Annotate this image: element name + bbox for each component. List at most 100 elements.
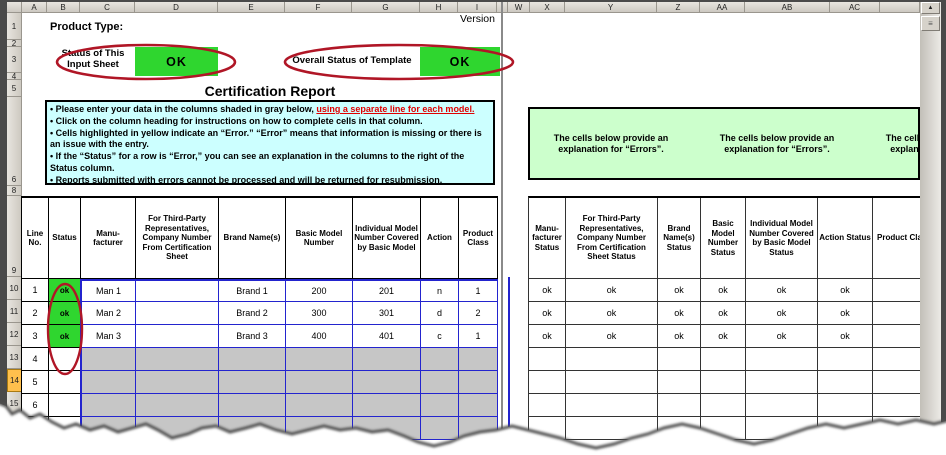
cell[interactable]: [701, 348, 746, 371]
cell[interactable]: 401: [353, 325, 421, 348]
column-letter[interactable]: AA: [700, 2, 745, 13]
row-number[interactable]: 12: [7, 323, 22, 346]
table-header-cell[interactable]: Manu- facturer Status: [529, 198, 566, 279]
cell[interactable]: ok: [818, 325, 873, 348]
row-number[interactable]: 1: [7, 13, 22, 40]
table-header-cell[interactable]: Manu- facturer: [81, 198, 136, 279]
column-letter[interactable]: [880, 2, 920, 13]
row-number[interactable]: 10: [7, 277, 22, 300]
table-header-cell[interactable]: Individual Model Number Covered by Basic…: [746, 198, 818, 279]
cell[interactable]: ok: [701, 302, 746, 325]
cell[interactable]: 1: [22, 279, 49, 302]
status-cell[interactable]: [49, 417, 81, 440]
cell[interactable]: 2: [459, 302, 498, 325]
row-number[interactable]: 13: [7, 346, 22, 369]
column-letter[interactable]: I: [458, 2, 497, 13]
pane-divider[interactable]: [501, 2, 503, 432]
table-header-cell[interactable]: Basic Model Number: [286, 198, 353, 279]
cell[interactable]: [873, 394, 921, 417]
column-letter[interactable]: D: [135, 2, 218, 13]
column-letter[interactable]: H: [420, 2, 458, 13]
table-header-cell[interactable]: Line No.: [22, 198, 49, 279]
cell[interactable]: [421, 348, 459, 371]
cell[interactable]: [80, 348, 136, 371]
cell[interactable]: [80, 417, 136, 440]
cell[interactable]: [136, 325, 219, 348]
row-number[interactable]: 8: [7, 186, 22, 196]
table-header-cell[interactable]: For Third-Party Representatives, Company…: [136, 198, 219, 279]
cell[interactable]: [80, 371, 136, 394]
cell[interactable]: ok: [566, 325, 658, 348]
cell[interactable]: [136, 417, 219, 440]
row-number[interactable]: 5: [7, 80, 22, 97]
row-number[interactable]: 2: [7, 39, 22, 48]
table-header-cell[interactable]: Basic Model Number Status: [701, 198, 746, 279]
cell[interactable]: 300: [286, 302, 353, 325]
cell[interactable]: ok: [818, 302, 873, 325]
cell[interactable]: [566, 417, 658, 440]
cell[interactable]: ok: [746, 279, 818, 302]
cell[interactable]: n: [421, 279, 459, 302]
table-header-cell[interactable]: Product Class Status: [873, 198, 921, 279]
cell[interactable]: [219, 371, 286, 394]
cell[interactable]: [136, 348, 219, 371]
cell[interactable]: [873, 279, 921, 302]
column-letter[interactable]: Z: [657, 2, 700, 13]
cell[interactable]: [421, 417, 459, 440]
cell[interactable]: ok: [701, 325, 746, 348]
cell[interactable]: c: [421, 325, 459, 348]
row-number[interactable]: 9: [7, 196, 22, 277]
table-header-cell[interactable]: Status: [49, 198, 81, 279]
cell[interactable]: 1: [459, 279, 498, 302]
cell[interactable]: [701, 417, 746, 440]
row-number-highlighted[interactable]: 14: [7, 369, 22, 392]
cell[interactable]: [353, 348, 421, 371]
cell[interactable]: [746, 371, 818, 394]
cell[interactable]: ok: [746, 325, 818, 348]
cell[interactable]: Brand 3: [219, 325, 286, 348]
cell[interactable]: [459, 371, 498, 394]
column-letter[interactable]: AC: [830, 2, 880, 13]
cell[interactable]: [566, 394, 658, 417]
cell[interactable]: [818, 371, 873, 394]
vertical-scrollbar-track[interactable]: [920, 2, 941, 424]
cell[interactable]: ok: [658, 279, 701, 302]
table-header-cell[interactable]: Action Status: [818, 198, 873, 279]
cell[interactable]: ok: [529, 302, 566, 325]
cell[interactable]: ok: [529, 325, 566, 348]
column-letter[interactable]: W: [508, 2, 530, 13]
cell[interactable]: [873, 348, 921, 371]
status-cell[interactable]: [49, 394, 81, 417]
overall-status-cell[interactable]: OK: [420, 47, 500, 76]
cell[interactable]: [286, 348, 353, 371]
cell[interactable]: [529, 417, 566, 440]
cell[interactable]: ok: [701, 279, 746, 302]
status-cell[interactable]: [49, 348, 81, 371]
cell[interactable]: [566, 371, 658, 394]
table-header-cell[interactable]: Product Class: [459, 198, 498, 279]
column-letter[interactable]: E: [218, 2, 285, 13]
instruction-link[interactable]: using a separate line for each model: [316, 104, 472, 114]
cell[interactable]: [818, 348, 873, 371]
cell[interactable]: ok: [818, 279, 873, 302]
cell[interactable]: Man 3: [80, 325, 136, 348]
cell[interactable]: [701, 394, 746, 417]
column-letter[interactable]: AB: [745, 2, 830, 13]
cell[interactable]: 2: [22, 302, 49, 325]
cell[interactable]: [873, 371, 921, 394]
cell[interactable]: 4: [22, 348, 49, 371]
row-number[interactable]: 4: [7, 72, 22, 81]
cell[interactable]: [286, 417, 353, 440]
cell[interactable]: d: [421, 302, 459, 325]
cell[interactable]: [286, 371, 353, 394]
cell[interactable]: ok: [746, 302, 818, 325]
cell[interactable]: [566, 348, 658, 371]
cell[interactable]: 7: [22, 417, 49, 440]
status-cell[interactable]: ok: [49, 302, 81, 325]
cell[interactable]: [529, 348, 566, 371]
row-number[interactable]: 15: [7, 392, 22, 415]
cell[interactable]: [421, 394, 459, 417]
cell[interactable]: 6: [22, 394, 49, 417]
scroll-up-arrow[interactable]: ▲: [921, 2, 940, 14]
cell[interactable]: [219, 417, 286, 440]
